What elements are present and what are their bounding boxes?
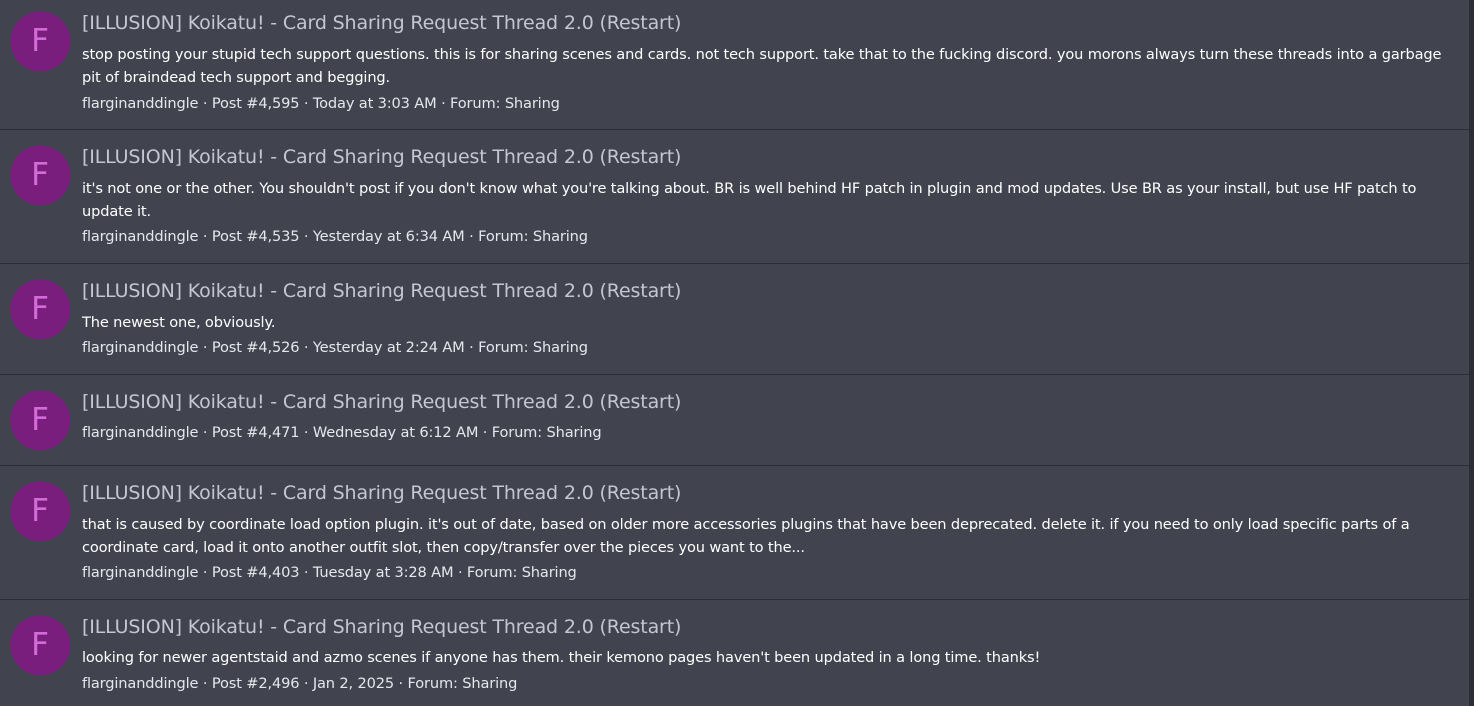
avatar[interactable]: F — [10, 11, 70, 71]
forum-link[interactable]: Forum: Sharing — [492, 424, 602, 441]
search-result-item: F [ILLUSION] Koikatu! - Card Sharing Req… — [0, 0, 1469, 130]
post-number: Post #4,535 — [211, 228, 300, 245]
post-date[interactable]: Jan 2, 2025 — [313, 675, 394, 692]
meta-separator: · — [299, 424, 313, 441]
forum-link[interactable]: Forum: Sharing — [478, 339, 588, 356]
meta-separator: · — [299, 564, 313, 581]
search-results-list: F [ILLUSION] Koikatu! - Card Sharing Req… — [0, 0, 1469, 706]
result-title-link[interactable]: [ILLUSION] Koikatu! - Card Sharing Reque… — [82, 391, 681, 413]
meta-separator: · — [436, 95, 451, 112]
result-meta: flarginanddingle · Post #4,403 · Tuesday… — [82, 564, 577, 581]
result-snippet: The newest one, obviously. — [82, 314, 276, 331]
meta-separator: · — [453, 564, 467, 581]
author-link[interactable]: flarginanddingle — [82, 564, 199, 581]
forum-link[interactable]: Forum: Sharing — [467, 564, 577, 581]
search-result-item: F [ILLUSION] Koikatu! - Card Sharing Req… — [0, 375, 1469, 466]
result-snippet: that is caused by coordinate load option… — [82, 516, 1410, 556]
search-result-item: F [ILLUSION] Koikatu! - Card Sharing Req… — [0, 600, 1469, 706]
meta-separator: · — [198, 564, 212, 581]
result-snippet: stop posting your stupid tech support qu… — [82, 46, 1442, 86]
search-result-item: F [ILLUSION] Koikatu! - Card Sharing Req… — [0, 466, 1469, 600]
meta-separator: · — [198, 339, 212, 356]
author-link[interactable]: flarginanddingle — [82, 424, 199, 441]
result-meta: flarginanddingle · Post #4,471 · Wednesd… — [82, 424, 602, 441]
result-title-link[interactable]: [ILLUSION] Koikatu! - Card Sharing Reque… — [82, 280, 681, 302]
avatar[interactable]: F — [10, 390, 70, 450]
result-snippet: looking for newer agentstaid and azmo sc… — [82, 649, 1041, 666]
meta-separator: · — [198, 95, 212, 112]
post-number: Post #4,403 — [211, 564, 300, 581]
meta-separator: · — [464, 228, 479, 245]
avatar[interactable]: F — [10, 481, 70, 541]
forum-link[interactable]: Forum: Sharing — [408, 675, 518, 692]
result-title-link[interactable]: [ILLUSION] Koikatu! - Card Sharing Reque… — [82, 616, 681, 638]
meta-separator: · — [198, 675, 212, 692]
result-meta: flarginanddingle · Post #4,595 · Today a… — [82, 95, 560, 112]
post-number: Post #2,496 — [211, 675, 300, 692]
author-link[interactable]: flarginanddingle — [82, 228, 199, 245]
meta-separator: · — [394, 675, 408, 692]
result-title-link[interactable]: [ILLUSION] Koikatu! - Card Sharing Reque… — [82, 482, 681, 504]
meta-separator: · — [299, 675, 313, 692]
search-result-item: F [ILLUSION] Koikatu! - Card Sharing Req… — [0, 264, 1469, 375]
meta-separator: · — [198, 228, 212, 245]
post-date[interactable]: Yesterday at 6:34 AM — [313, 228, 465, 245]
forum-link[interactable]: Forum: Sharing — [478, 228, 588, 245]
post-date[interactable]: Today at 3:03 AM — [313, 95, 437, 112]
result-meta: flarginanddingle · Post #4,535 · Yesterd… — [82, 228, 588, 245]
meta-separator: · — [464, 339, 479, 356]
avatar[interactable]: F — [10, 615, 70, 675]
meta-separator: · — [299, 95, 313, 112]
avatar[interactable]: F — [10, 145, 70, 205]
result-title-link[interactable]: [ILLUSION] Koikatu! - Card Sharing Reque… — [82, 12, 681, 34]
meta-separator: · — [299, 228, 313, 245]
result-meta: flarginanddingle · Post #4,526 · Yesterd… — [82, 339, 588, 356]
forum-link[interactable]: Forum: Sharing — [450, 95, 560, 112]
search-result-item: F [ILLUSION] Koikatu! - Card Sharing Req… — [0, 130, 1469, 264]
post-date[interactable]: Tuesday at 3:28 AM — [313, 564, 454, 581]
scrollbar[interactable] — [1469, 0, 1474, 706]
author-link[interactable]: flarginanddingle — [82, 339, 199, 356]
post-number: Post #4,526 — [211, 339, 300, 356]
post-number: Post #4,471 — [211, 424, 300, 441]
result-title-link[interactable]: [ILLUSION] Koikatu! - Card Sharing Reque… — [82, 146, 681, 168]
post-date[interactable]: Yesterday at 2:24 AM — [313, 339, 465, 356]
meta-separator: · — [478, 424, 492, 441]
meta-separator: · — [198, 424, 212, 441]
post-number: Post #4,595 — [211, 95, 300, 112]
post-date[interactable]: Wednesday at 6:12 AM — [313, 424, 479, 441]
author-link[interactable]: flarginanddingle — [82, 675, 199, 692]
result-meta: flarginanddingle · Post #2,496 · Jan 2, … — [82, 675, 517, 692]
result-snippet: it's not one or the other. You shouldn't… — [82, 180, 1417, 220]
avatar[interactable]: F — [10, 279, 70, 339]
author-link[interactable]: flarginanddingle — [82, 95, 199, 112]
meta-separator: · — [299, 339, 313, 356]
